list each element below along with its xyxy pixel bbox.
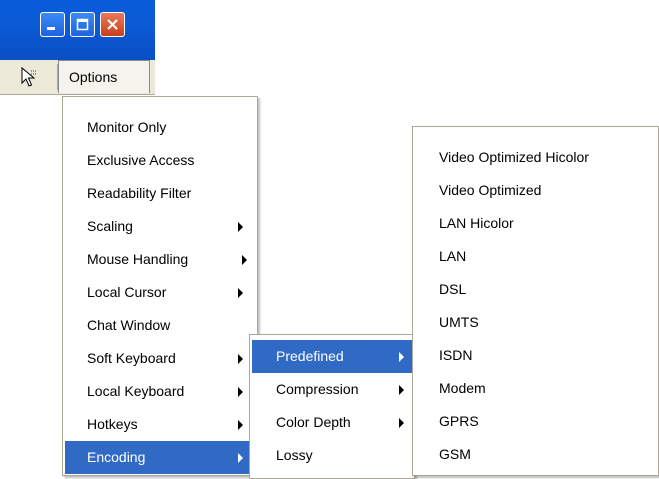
menu-item-label: Video Optimized Hicolor	[439, 149, 589, 165]
menu-item-umts[interactable]: UMTS	[415, 306, 656, 339]
menu-item-encoding[interactable]: Encoding	[65, 441, 255, 474]
menu-item-label: LAN Hicolor	[439, 215, 514, 231]
menu-item-chat-window[interactable]: Chat Window	[65, 309, 255, 342]
maximize-icon	[76, 18, 89, 31]
menu-item-exclusive-access[interactable]: Exclusive Access	[65, 144, 255, 177]
menu-item-label: Local Cursor	[87, 284, 167, 300]
submenu-arrow-icon	[238, 222, 243, 232]
maximize-button[interactable]	[70, 12, 95, 37]
menu-item-mouse-handling[interactable]: Mouse Handling	[65, 243, 255, 276]
menu-item-dsl[interactable]: DSL	[415, 273, 656, 306]
menu-item-local-keyboard[interactable]: Local Keyboard	[65, 375, 255, 408]
menu-item-label: GSM	[439, 446, 471, 462]
menu-item-label: Monitor Only	[87, 119, 167, 135]
menu-item-label: Mouse Handling	[87, 251, 189, 267]
menu-item-label: Modem	[439, 380, 486, 396]
minimize-icon	[47, 27, 55, 30]
menu-item-label: DSL	[439, 281, 467, 297]
menu-item-local-cursor[interactable]: Local Cursor	[65, 276, 255, 309]
submenu-arrow-icon	[238, 387, 243, 397]
menu-item-label: Video Optimized	[439, 182, 542, 198]
menu-item-lossy[interactable]: Lossy	[252, 439, 412, 472]
menu-item-readability-filter[interactable]: Readability Filter	[65, 177, 255, 210]
predefined-submenu: Video Optimized Hicolor Video Optimized …	[412, 126, 659, 476]
menu-item-hotkeys[interactable]: Hotkeys	[65, 408, 255, 441]
menu-item-label: ISDN	[439, 347, 473, 363]
menu-item-label: Color Depth	[276, 414, 351, 430]
close-button[interactable]	[100, 12, 125, 37]
options-menu: Monitor Only Exclusive Access Readabilit…	[62, 96, 258, 476]
encoding-submenu: Predefined Compression Color Depth Lossy	[249, 334, 415, 479]
menu-item-gsm[interactable]: GSM	[415, 438, 656, 471]
menu-item-label: Chat Window	[87, 317, 171, 333]
menu-item-label: Readability Filter	[87, 185, 192, 201]
menu-item-scaling[interactable]: Scaling	[65, 210, 255, 243]
menu-item-gprs[interactable]: GPRS	[415, 405, 656, 438]
menu-item-label: Predefined	[276, 348, 344, 364]
menu-item-isdn[interactable]: ISDN	[415, 339, 656, 372]
menu-item-label: Hotkeys	[87, 416, 138, 432]
menu-item-label: UMTS	[439, 314, 479, 330]
submenu-arrow-icon	[238, 420, 243, 430]
window-titlebar	[0, 0, 155, 60]
submenu-arrow-icon	[238, 288, 243, 298]
menu-item-label: Scaling	[87, 218, 133, 234]
menu-item-color-depth[interactable]: Color Depth	[252, 406, 412, 439]
menu-item-label: Compression	[276, 381, 359, 397]
menu-item-lan[interactable]: LAN	[415, 240, 656, 273]
menu-item-soft-keyboard[interactable]: Soft Keyboard	[65, 342, 255, 375]
submenu-arrow-icon	[238, 453, 243, 463]
menu-item-label: Exclusive Access	[87, 152, 195, 168]
menu-item-label: Local Keyboard	[87, 383, 185, 399]
submenu-arrow-icon	[238, 354, 243, 364]
menu-item-predefined[interactable]: Predefined	[252, 340, 412, 373]
menu-item-label: LAN	[439, 248, 467, 264]
menu-item-compression[interactable]: Compression	[252, 373, 412, 406]
submenu-arrow-icon	[399, 352, 404, 362]
minimize-button[interactable]	[40, 12, 65, 37]
menu-item-label: GPRS	[439, 413, 479, 429]
menu-item-label: Encoding	[87, 449, 146, 465]
menu-item-modem[interactable]: Modem	[415, 372, 656, 405]
menu-item-label: Soft Keyboard	[87, 350, 176, 366]
menu-item-lan-hicolor[interactable]: LAN Hicolor	[415, 207, 656, 240]
menu-item-video-optimized-hicolor[interactable]: Video Optimized Hicolor	[415, 141, 656, 174]
options-menu-button[interactable]: Options	[58, 60, 150, 93]
submenu-arrow-icon	[242, 255, 247, 265]
menu-item-label: Lossy	[276, 447, 313, 463]
toolbar: Options	[0, 60, 155, 95]
close-icon	[107, 19, 118, 30]
submenu-arrow-icon	[399, 418, 404, 428]
cursor-icon[interactable]	[18, 66, 40, 88]
submenu-arrow-icon	[399, 385, 404, 395]
menu-item-monitor-only[interactable]: Monitor Only	[65, 111, 255, 144]
menu-item-video-optimized[interactable]: Video Optimized	[415, 174, 656, 207]
